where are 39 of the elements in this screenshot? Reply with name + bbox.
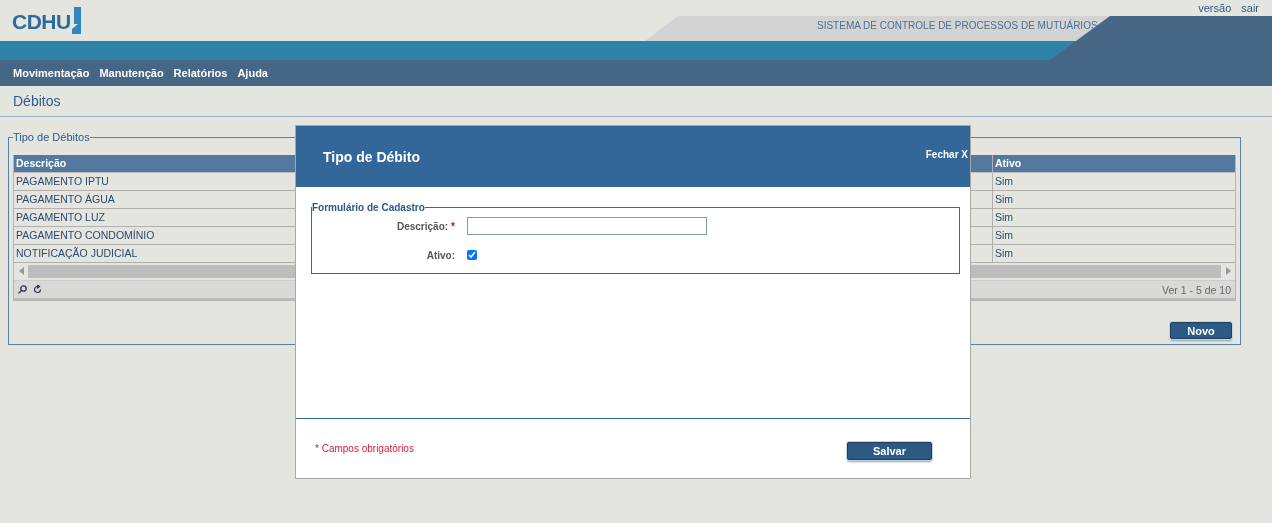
column-header[interactable]: Ativo xyxy=(995,157,1022,169)
scroll-right-icon[interactable] xyxy=(1225,266,1231,275)
header-link[interactable]: sair xyxy=(1241,2,1259,14)
search-icon[interactable] xyxy=(18,285,27,294)
new-button[interactable]: Novo xyxy=(1170,322,1232,339)
table-cell: PAGAMENTO CONDOMÍNIO xyxy=(16,229,155,241)
page-title: Débitos xyxy=(13,93,61,109)
pager-info: Ver 1 - 5 de 10 xyxy=(1162,283,1231,296)
menu-item[interactable]: Manutenção xyxy=(99,67,164,79)
table-cell: Sim xyxy=(995,211,1014,223)
system-title: SISTEMA DE CONTROLE DE PROCESSOS DE MUTUÁRIOS xyxy=(817,20,1098,31)
required-mark: * xyxy=(451,220,455,232)
field-label: Ativo: xyxy=(426,249,455,261)
scroll-left-icon[interactable] xyxy=(18,266,24,275)
header-link[interactable]: versão xyxy=(1198,2,1232,14)
table-cell: PAGAMENTO LUZ xyxy=(16,211,105,223)
table-cell: PAGAMENTO IPTU xyxy=(16,175,109,187)
save-button[interactable]: Salvar xyxy=(847,442,932,460)
required-fields-note: * Campos obrigatórios xyxy=(315,443,415,454)
text-field[interactable] xyxy=(467,217,707,235)
menu-item[interactable]: Relatórios xyxy=(173,67,228,79)
column-header[interactable]: Descrição xyxy=(16,157,67,169)
table-cell: Sim xyxy=(995,193,1014,205)
menu-item[interactable]: Movimentação xyxy=(13,67,90,79)
table-cell: Sim xyxy=(995,229,1014,241)
menu-item[interactable]: Ajuda xyxy=(237,67,268,79)
fieldset-legend: Formulário de Cadastro xyxy=(312,202,425,213)
table-cell: PAGAMENTO ÁGUA xyxy=(16,193,115,205)
checkbox[interactable] xyxy=(467,250,477,260)
close-link[interactable]: Fechar X xyxy=(925,149,968,160)
refresh-icon[interactable] xyxy=(33,285,42,294)
table-cell: Sim xyxy=(995,247,1014,259)
logo-mark-icon xyxy=(71,7,81,34)
field-label: Descrição: xyxy=(396,220,449,232)
table-cell: NOTIFICAÇÃO JUDICIAL xyxy=(16,247,138,259)
dialog-title: Tipo de Débito xyxy=(323,148,421,165)
table-cell: Sim xyxy=(995,175,1014,187)
fieldset-legend: Tipo de Débitos xyxy=(13,131,90,143)
logo-text: CDHU xyxy=(12,10,71,34)
